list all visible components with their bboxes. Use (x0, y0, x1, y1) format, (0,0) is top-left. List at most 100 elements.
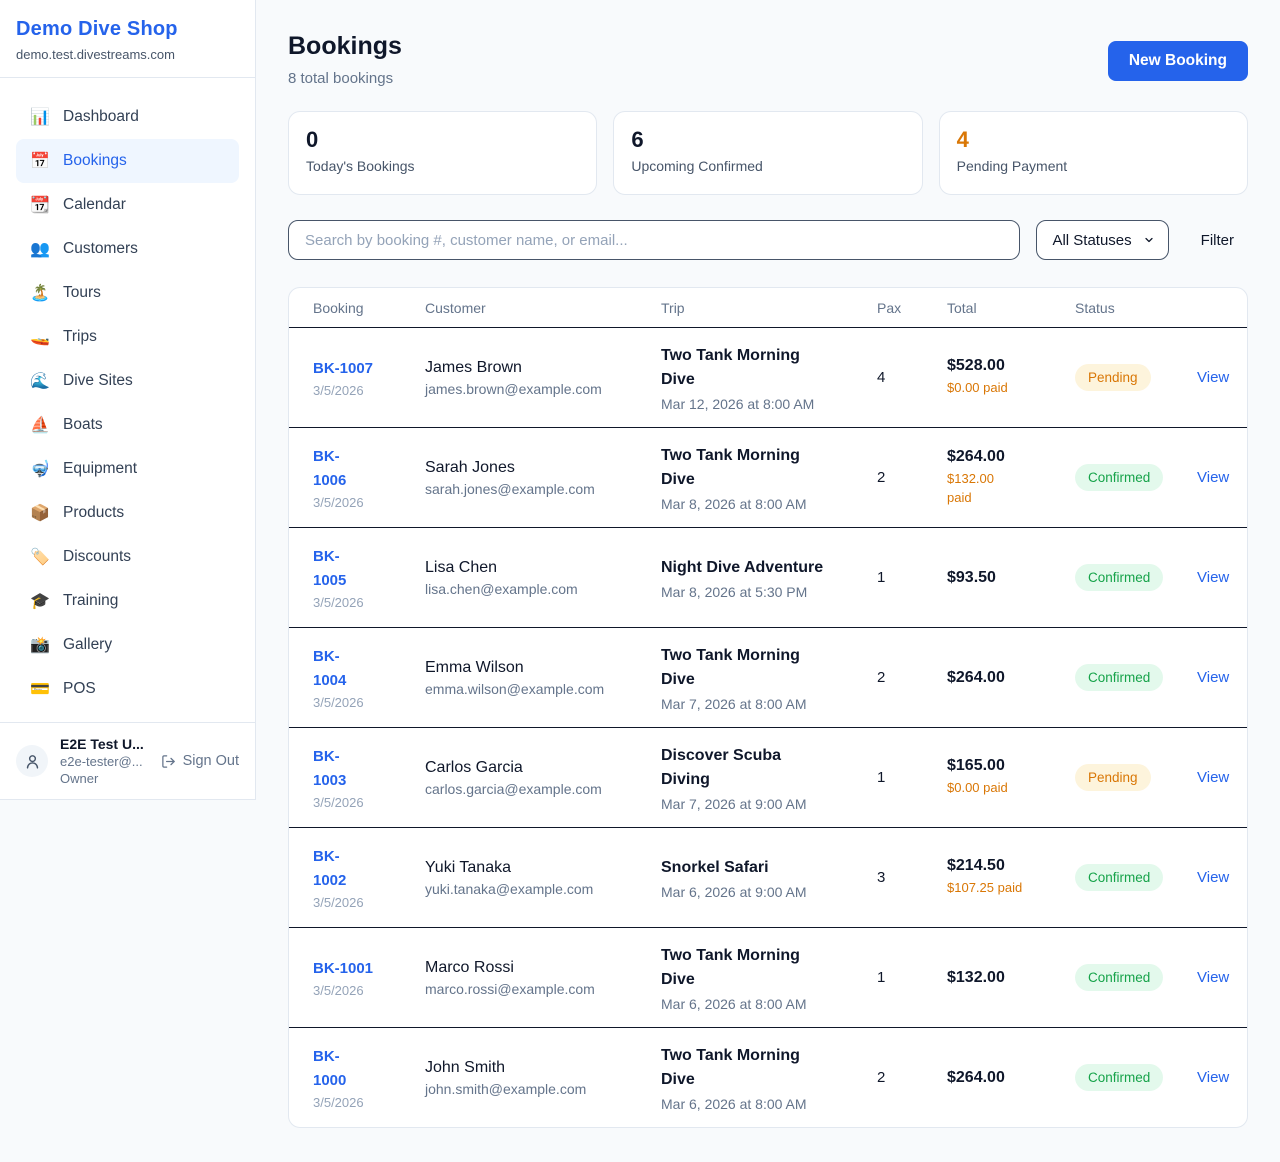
sidebar-item-customers[interactable]: 👥 Customers (16, 227, 239, 271)
col-header-total: Total (947, 300, 1065, 316)
sidebar-item-bookings[interactable]: 📅 Bookings (16, 139, 239, 183)
booking-id-link[interactable]: BK-1007 (313, 357, 373, 380)
table-row: BK-1007 3/5/2026 James Brown james.brown… (289, 327, 1247, 427)
sidebar-item-products[interactable]: 📦 Products (16, 491, 239, 535)
paid-amount: $0.00 paid (947, 779, 1065, 798)
booking-id-link[interactable]: BK- 1003 (313, 745, 346, 792)
user-icon (24, 753, 41, 770)
view-booking-link[interactable]: View (1189, 1069, 1229, 1086)
pax-count: 1 (877, 569, 947, 586)
stat-card: 4 Pending Payment (939, 111, 1248, 195)
avatar (16, 745, 48, 777)
sign-out-button[interactable]: Sign Out (161, 753, 239, 769)
view-booking-link[interactable]: View (1189, 369, 1229, 386)
total-amount: $528.00 (947, 357, 1065, 375)
booking-date: 3/5/2026 (313, 495, 425, 510)
view-booking-link[interactable]: View (1189, 569, 1229, 586)
user-name: E2E Test U... (60, 736, 155, 752)
booking-id-link[interactable]: BK- 1004 (313, 645, 346, 692)
nav-icon: 🏝️ (30, 283, 50, 303)
pax-count: 1 (877, 969, 947, 986)
sidebar-item-calendar[interactable]: 📆 Calendar (16, 183, 239, 227)
sidebar-nav: 📊 Dashboard 📅 Bookings 📆 Calendar 👥 Cust… (0, 78, 255, 711)
table-row: BK-1001 3/5/2026 Marco Rossi marco.rossi… (289, 927, 1247, 1027)
stat-label: Today's Bookings (306, 158, 579, 174)
status-badge: Confirmed (1075, 964, 1163, 991)
total-amount: $214.50 (947, 857, 1065, 875)
booking-date: 3/5/2026 (313, 895, 425, 910)
booking-id-link[interactable]: BK- 1005 (313, 545, 346, 592)
trip-datetime: Mar 6, 2026 at 9:00 AM (661, 884, 877, 900)
view-booking-link[interactable]: View (1189, 969, 1229, 986)
bookings-count: 8 total bookings (288, 70, 402, 87)
search-input[interactable] (288, 220, 1020, 260)
sidebar-item-label: Customers (63, 240, 138, 258)
customer-email: marco.rossi@example.com (425, 981, 661, 997)
nav-icon: 💳 (30, 679, 50, 699)
bookings-table: Booking Customer Trip Pax Total Status B… (288, 287, 1248, 1128)
booking-date: 3/5/2026 (313, 595, 425, 610)
nav-icon: 👥 (30, 239, 50, 259)
booking-date: 3/5/2026 (313, 795, 425, 810)
customer-email: emma.wilson@example.com (425, 681, 661, 697)
status-badge: Confirmed (1075, 1064, 1163, 1091)
trip-datetime: Mar 12, 2026 at 8:00 AM (661, 396, 877, 412)
trip-datetime: Mar 7, 2026 at 8:00 AM (661, 696, 877, 712)
booking-date: 3/5/2026 (313, 1095, 425, 1110)
table-row: BK- 1006 3/5/2026 Sarah Jones sarah.jone… (289, 427, 1247, 527)
pax-count: 2 (877, 469, 947, 486)
customer-name: James Brown (425, 359, 661, 377)
sidebar-item-training[interactable]: 🎓 Training (16, 579, 239, 623)
sidebar-item-tours[interactable]: 🏝️ Tours (16, 271, 239, 315)
sidebar-item-label: Dive Sites (63, 372, 133, 390)
view-booking-link[interactable]: View (1189, 769, 1229, 786)
table-header-row: Booking Customer Trip Pax Total Status (289, 288, 1247, 327)
pax-count: 3 (877, 869, 947, 886)
pax-count: 4 (877, 369, 947, 386)
stats-row: 0 Today's Bookings 6 Upcoming Confirmed … (288, 111, 1248, 195)
booking-id-link[interactable]: BK- 1002 (313, 845, 346, 892)
total-amount: $264.00 (947, 448, 1065, 466)
customer-name: Marco Rossi (425, 959, 661, 977)
col-header-status: Status (1065, 300, 1189, 316)
view-booking-link[interactable]: View (1189, 669, 1229, 686)
pax-count: 2 (877, 1069, 947, 1086)
sidebar-item-gallery[interactable]: 📸 Gallery (16, 623, 239, 667)
sidebar-item-discounts[interactable]: 🏷️ Discounts (16, 535, 239, 579)
sidebar-item-boats[interactable]: ⛵ Boats (16, 403, 239, 447)
booking-date: 3/5/2026 (313, 983, 425, 998)
booking-id-link[interactable]: BK-1001 (313, 957, 373, 980)
sidebar-item-dive-sites[interactable]: 🌊 Dive Sites (16, 359, 239, 403)
sidebar-item-trips[interactable]: 🚤 Trips (16, 315, 239, 359)
sidebar-item-equipment[interactable]: 🤿 Equipment (16, 447, 239, 491)
trip-datetime: Mar 6, 2026 at 8:00 AM (661, 996, 877, 1012)
view-booking-link[interactable]: View (1189, 869, 1229, 886)
col-header-pax: Pax (877, 300, 947, 316)
user-info: E2E Test U... e2e-tester@... Owner (60, 736, 155, 786)
booking-date: 3/5/2026 (313, 695, 425, 710)
status-badge: Pending (1075, 764, 1151, 791)
stat-label: Pending Payment (957, 158, 1230, 174)
booking-id-link[interactable]: BK- 1006 (313, 445, 346, 492)
table-row: BK- 1000 3/5/2026 John Smith john.smith@… (289, 1027, 1247, 1127)
sidebar-item-pos[interactable]: 💳 POS (16, 667, 239, 711)
customer-email: john.smith@example.com (425, 1081, 661, 1097)
nav-icon: 📅 (30, 151, 50, 171)
new-booking-button[interactable]: New Booking (1108, 41, 1248, 81)
user-section: E2E Test U... e2e-tester@... Owner Sign … (0, 722, 255, 799)
sidebar-item-label: Trips (63, 328, 97, 346)
trip-datetime: Mar 7, 2026 at 9:00 AM (661, 796, 877, 812)
booking-id-link[interactable]: BK- 1000 (313, 1045, 346, 1092)
sidebar-item-dashboard[interactable]: 📊 Dashboard (16, 95, 239, 139)
sidebar-item-label: Gallery (63, 636, 112, 654)
pax-count: 2 (877, 669, 947, 686)
filter-button[interactable]: Filter (1201, 232, 1234, 249)
view-booking-link[interactable]: View (1189, 469, 1229, 486)
sidebar-item-label: Calendar (63, 196, 126, 214)
trip-name: Snorkel Safari (661, 856, 877, 880)
sidebar-item-label: Bookings (63, 152, 127, 170)
status-filter-select[interactable]: All Statuses (1036, 220, 1168, 260)
total-amount: $165.00 (947, 757, 1065, 775)
stat-value: 4 (957, 127, 1230, 153)
sidebar-item-label: Discounts (63, 548, 131, 566)
